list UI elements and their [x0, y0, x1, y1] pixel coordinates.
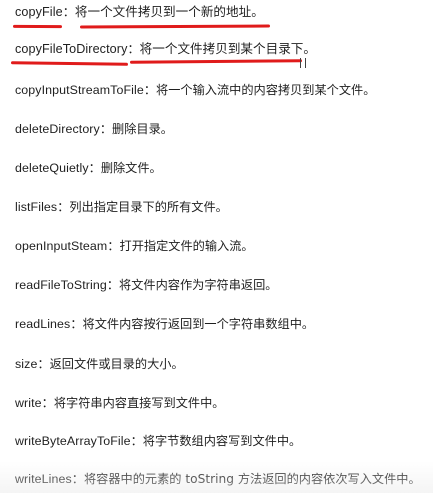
method-name: write — [15, 396, 42, 410]
separator: ： — [88, 161, 101, 175]
method-name: deleteQuietly — [15, 161, 89, 175]
method-description: 将字符串内容直接写到文件中。 — [53, 396, 225, 410]
method-name: copyFileToDirectory — [15, 42, 128, 56]
separator: ： — [70, 317, 83, 331]
red-underline-mark — [12, 24, 63, 29]
list-item-copyfiletodirectory: copyFileToDirectory：将一个文件拷贝到某个目录下。 — [15, 40, 316, 58]
red-underline-mark — [10, 61, 129, 66]
method-description: 将一个文件拷贝到某个目录下。 — [139, 41, 316, 56]
separator: ： — [99, 122, 113, 136]
method-name: copyFile — [15, 5, 63, 19]
separator: ： — [143, 83, 157, 97]
method-description: 将文件内容按行返回到一个字符串数组中。 — [82, 317, 315, 331]
separator: ： — [106, 278, 120, 292]
list-item-copyfile: copyFile：将一个文件拷贝到一个新的地址。 — [15, 3, 264, 21]
separator: ： — [130, 434, 143, 448]
separator: ： — [71, 472, 84, 486]
method-description: 将字节数组内容写到文件中。 — [142, 434, 302, 448]
separator: ： — [41, 396, 54, 410]
separator: ： — [127, 42, 140, 56]
list-item-writelines: writeLines：将容器中的元素的 toString 方法返回的内容依次写入… — [15, 470, 421, 488]
list-item-readlines: readLines：将文件内容按行返回到一个字符串数组中。 — [15, 315, 314, 333]
method-name: size — [15, 357, 38, 371]
method-description: 将一个文件拷贝到一个新的地址。 — [74, 4, 264, 19]
method-description: 列出指定目录下的所有文件。 — [69, 200, 228, 214]
separator: ： — [37, 357, 50, 371]
method-name: deleteDirectory — [15, 122, 100, 136]
method-description: 删除目录。 — [112, 122, 173, 136]
separator: ： — [107, 239, 120, 253]
text-cursor-icon — [300, 58, 306, 68]
method-description: 删除文件。 — [100, 161, 162, 175]
method-name: writeLines — [15, 472, 72, 486]
method-name: readFileToString — [15, 278, 107, 292]
separator: ： — [57, 200, 70, 214]
method-name: readLines — [15, 317, 71, 331]
list-item-deletedirectory: deleteDirectory：删除目录。 — [15, 120, 173, 138]
method-description: 返回文件或目录的大小。 — [49, 357, 184, 371]
list-item-writebytearraytofile: writeByteArrayToFile：将字节数组内容写到文件中。 — [15, 432, 301, 450]
list-item-readfiletostring: readFileToString：将文件内容作为字符串返回。 — [15, 276, 277, 294]
method-name: copyInputStreamToFile — [15, 83, 144, 97]
method-name: listFiles — [15, 200, 58, 214]
list-item-write: write：将字符串内容直接写到文件中。 — [15, 394, 224, 412]
list-item-copyinputstreamtofile: copyInputStreamToFile：将一个输入流中的内容拷贝到某个文件。 — [15, 81, 375, 99]
list-item-listfiles: listFiles：列出指定目录下的所有文件。 — [15, 198, 228, 216]
method-description: 将一个输入流中的内容拷贝到某个文件。 — [156, 83, 376, 97]
method-name: openInputSteam — [15, 239, 108, 253]
list-item-size: size：返回文件或目录的大小。 — [15, 355, 184, 373]
list-item-openinputsteam: openInputSteam：打开指定文件的输入流。 — [15, 237, 254, 255]
separator: ： — [62, 5, 75, 19]
document-page: copyFile：将一个文件拷贝到一个新的地址。 copyFileToDirec… — [0, 0, 433, 493]
method-description: 打开指定文件的输入流。 — [119, 239, 254, 253]
method-name: writeByteArrayToFile — [15, 434, 131, 448]
method-description: 将容器中的元素的 toString 方法返回的内容依次写入文件中。 — [83, 472, 421, 486]
method-description: 将文件内容作为字符串返回。 — [119, 278, 278, 292]
red-underline-mark — [79, 24, 271, 29]
red-underline-mark — [129, 59, 303, 64]
list-item-deletequietly: deleteQuietly：删除文件。 — [15, 159, 162, 177]
